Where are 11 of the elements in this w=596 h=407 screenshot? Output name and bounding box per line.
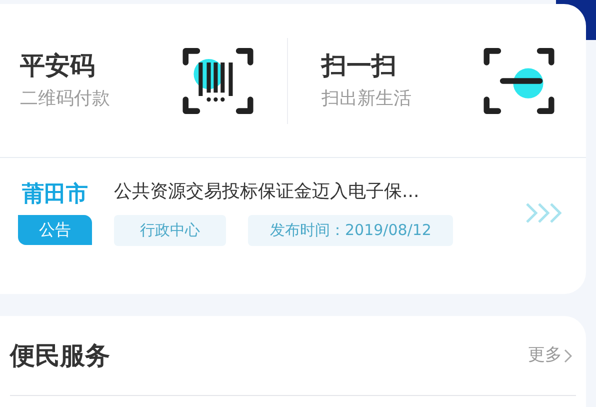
action-title[interactable]: 平安码 [20,53,110,78]
section-title: 便民服务 [10,340,110,372]
notice-tag: 行政中心 [114,215,226,246]
notice-title[interactable]: 公共资源交易投标保证金迈入电子保... [114,180,524,203]
action-subtitle: 扫出新生活 [322,90,412,108]
action-subtitle: 二维码付款 [20,90,110,108]
chevron-icon [564,348,572,362]
notice-tag: 发布时间：2019/08/12 [248,215,454,246]
city-name: 莆田市 [22,181,88,209]
notice-badge: 公告 [18,214,92,245]
action-title[interactable]: 扫一扫 [322,53,412,78]
